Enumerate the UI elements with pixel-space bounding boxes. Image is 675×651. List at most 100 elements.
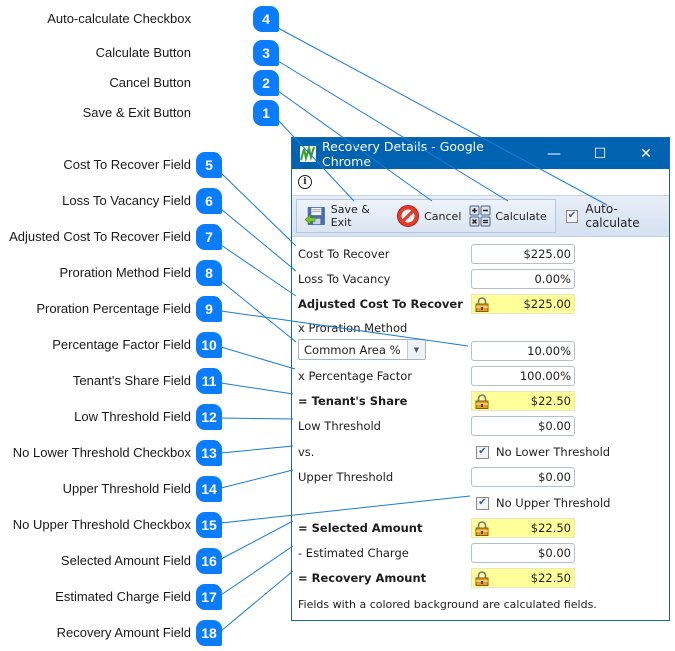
- callout-badge: 8: [196, 260, 222, 286]
- lock-icon: [475, 520, 489, 536]
- no-lower-threshold-label: No Lower Threshold: [496, 445, 611, 459]
- checkbox-checked-icon[interactable]: ✔: [476, 445, 489, 459]
- save-icon: [305, 206, 325, 226]
- auto-calculate-checkbox[interactable]: ✔ Auto-calculate: [565, 202, 669, 230]
- callout-badge: 17: [196, 584, 222, 610]
- callout-badge: 1: [253, 100, 279, 126]
- percentage-factor-row: x Percentage Factor: [298, 365, 412, 387]
- callout-label: Cancel Button: [109, 75, 191, 90]
- lock-icon: [475, 296, 489, 312]
- recovery-amount-value: $22.50: [530, 571, 571, 585]
- callout-badge: 4: [253, 6, 279, 32]
- recovery-details-window: Recovery Details - Google Chrome — ☐ ✕ i…: [291, 137, 670, 621]
- estimated-charge-field[interactable]: $0.00: [471, 543, 575, 563]
- toolbar-button-group: Save & Exit Cancel Calculate: [296, 199, 556, 233]
- selected-amount-value: $22.50: [530, 521, 571, 535]
- tenants-share-label: = Tenant's Share: [298, 394, 408, 408]
- connector-line: [220, 570, 294, 632]
- cost-to-recover-row: Cost To Recover: [298, 243, 390, 265]
- selected-amount-row: = Selected Amount: [298, 517, 422, 539]
- callout-label: Save & Exit Button: [82, 105, 191, 120]
- adjusted-cost-field: $225.00: [471, 294, 575, 314]
- callout-label: Estimated Charge Field: [55, 589, 191, 604]
- callout-label: Tenant's Share Field: [72, 373, 191, 388]
- upper-threshold-label: Upper Threshold: [298, 470, 394, 484]
- cost-to-recover-field[interactable]: $225.00: [471, 244, 575, 264]
- proration-method-select[interactable]: Common Area % ▼: [298, 339, 426, 360]
- low-threshold-label: Low Threshold: [298, 419, 381, 433]
- callout-badge: 2: [253, 70, 279, 96]
- close-button[interactable]: ✕: [623, 138, 669, 169]
- no-lower-threshold-checkbox[interactable]: ✔ No Lower Threshold: [476, 443, 610, 461]
- cancel-button[interactable]: Cancel: [392, 201, 465, 231]
- selected-amount-label: = Selected Amount: [298, 521, 423, 535]
- tenants-share-value: $22.50: [530, 394, 571, 408]
- callout-badge: 7: [196, 224, 222, 250]
- callout-badge: 3: [253, 40, 279, 66]
- proration-method-label: x Proration Method: [298, 321, 408, 335]
- callout-label: Proration Method Field: [59, 265, 191, 280]
- low-threshold-row: Low Threshold: [298, 415, 381, 437]
- callout-label: No Upper Threshold Checkbox: [12, 517, 191, 532]
- no-upper-threshold-checkbox[interactable]: ✔ No Upper Threshold: [476, 494, 610, 512]
- callout-label: No Lower Threshold Checkbox: [12, 445, 191, 460]
- no-upper-threshold-label: No Upper Threshold: [496, 496, 611, 510]
- upper-threshold-field[interactable]: $0.00: [471, 467, 575, 487]
- callout-badge: 14: [196, 476, 222, 502]
- proration-percentage-field[interactable]: 10.00%: [471, 341, 575, 361]
- callout-label: Recovery Amount Field: [56, 625, 191, 640]
- callout-badge: 15: [196, 512, 222, 538]
- loss-to-vacancy-field[interactable]: 0.00%: [471, 269, 575, 289]
- calculator-icon: [469, 205, 491, 227]
- connector-line: [220, 417, 294, 420]
- estimated-charge-row: - Estimated Charge: [298, 542, 409, 564]
- app-logo-icon: [300, 145, 316, 162]
- connector-line: [220, 545, 294, 596]
- lock-icon: [475, 570, 489, 586]
- callout-badge: 12: [196, 404, 222, 430]
- callout-label: Low Threshold Field: [74, 409, 191, 424]
- loss-to-vacancy-label: Loss To Vacancy: [298, 272, 391, 286]
- connector-line: [220, 469, 294, 489]
- calculate-button[interactable]: Calculate: [465, 201, 550, 231]
- maximize-button[interactable]: ☐: [577, 138, 623, 169]
- minimize-button[interactable]: —: [531, 138, 577, 169]
- callout-badge: 5: [196, 152, 222, 178]
- info-bar: i: [292, 169, 669, 195]
- loss-to-vacancy-row: Loss To Vacancy: [298, 268, 390, 290]
- proration-method-value: Common Area %: [304, 342, 401, 357]
- save-exit-button[interactable]: Save & Exit: [301, 201, 392, 231]
- adjusted-cost-row: Adjusted Cost To Recover: [298, 293, 463, 315]
- vs-row: vs.: [298, 441, 314, 463]
- callout-label: Adjusted Cost To Recover Field: [9, 229, 191, 244]
- callout-label: Percentage Factor Field: [52, 337, 191, 352]
- callout-label: Calculate Button: [95, 45, 191, 60]
- percentage-factor-label: x Percentage Factor: [298, 369, 413, 383]
- callout-label: Proration Percentage Field: [36, 301, 191, 316]
- checkbox-checked-icon[interactable]: ✔: [476, 496, 489, 510]
- calculate-label: Calculate: [495, 209, 547, 223]
- connector-line: [220, 382, 294, 395]
- callout-label: Loss To Vacancy Field: [62, 193, 191, 208]
- callout-badge: 18: [196, 620, 222, 646]
- cancel-label: Cancel: [424, 209, 462, 223]
- connector-line: [220, 346, 296, 370]
- callout-badge: 6: [196, 188, 222, 214]
- adjusted-cost-label: Adjusted Cost To Recover: [298, 297, 463, 311]
- selected-amount-field: $22.50: [471, 518, 575, 538]
- low-threshold-field[interactable]: $0.00: [471, 416, 575, 436]
- cancel-icon: [397, 205, 420, 227]
- callout-label: Auto-calculate Checkbox: [47, 11, 191, 26]
- adjusted-cost-value: $225.00: [523, 297, 571, 311]
- lock-icon: [475, 393, 489, 409]
- percentage-factor-field[interactable]: 100.00%: [471, 366, 575, 386]
- tenants-share-row: = Tenant's Share: [298, 390, 407, 412]
- recovery-amount-field: $22.50: [471, 568, 575, 588]
- toolbar: Save & Exit Cancel Calculate ✔ Auto-calc…: [292, 195, 669, 237]
- info-icon[interactable]: i: [298, 175, 312, 189]
- chevron-down-icon[interactable]: ▼: [407, 340, 425, 359]
- tenants-share-field: $22.50: [471, 391, 575, 411]
- checkbox-checked-icon[interactable]: ✔: [565, 209, 579, 223]
- connector-line: [220, 280, 297, 343]
- callout-label: Upper Threshold Field: [62, 481, 191, 496]
